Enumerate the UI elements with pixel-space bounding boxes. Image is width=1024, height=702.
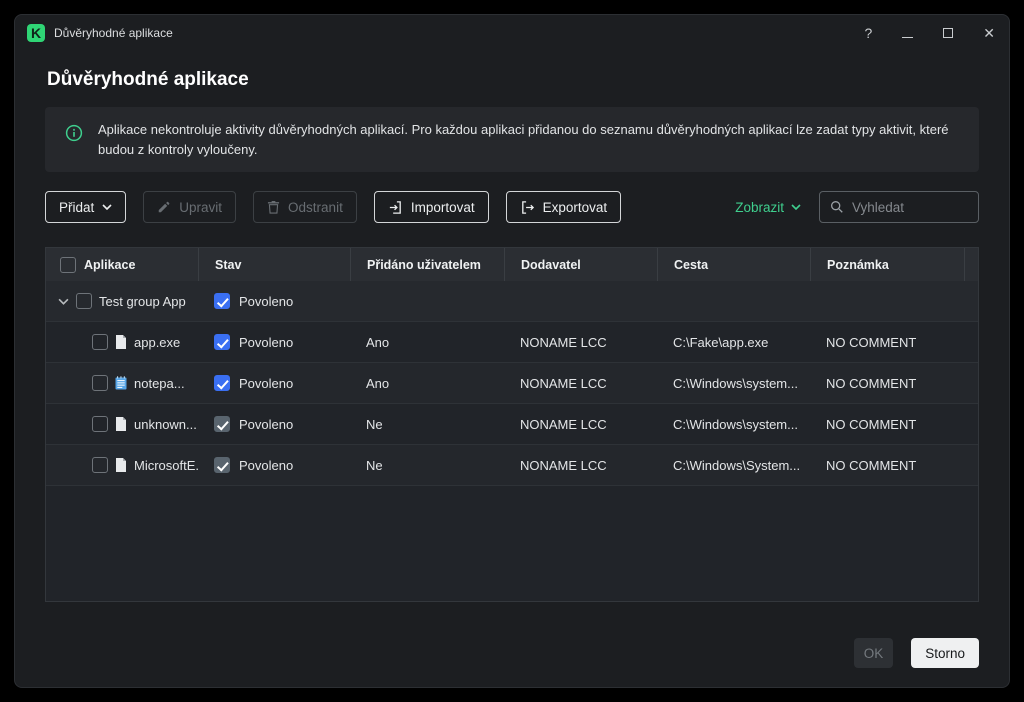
column-header-poznamka: Poznámka (810, 248, 964, 281)
info-icon (65, 124, 83, 142)
table-row[interactable]: MicrosoftE... Povoleno Ne NONAME LCC C:\… (46, 445, 978, 486)
ok-button[interactable]: OK (853, 638, 894, 668)
info-banner-text: Aplikace nekontroluje aktivity důvěryhod… (98, 122, 949, 157)
path-value: C:\Fake\app.exe (673, 334, 769, 350)
column-header-dodavatel: Dodavatel (504, 248, 657, 281)
import-button[interactable]: Importovat (373, 191, 489, 223)
column-header-extra (964, 248, 978, 281)
row-checkbox[interactable] (92, 457, 108, 473)
user-added-value: Ano (366, 334, 390, 350)
vendor-value: NONAME LCC (520, 375, 607, 391)
search-input[interactable] (852, 199, 968, 215)
close-button[interactable]: ✕ (983, 26, 995, 40)
status-label: Povoleno (239, 334, 294, 350)
file-icon (115, 417, 127, 431)
column-header-pridano: Přidáno uživatelem (350, 248, 504, 281)
comment-value: NO COMMENT (826, 375, 917, 391)
user-added-value: Ne (366, 457, 383, 473)
kaspersky-logo-icon: K (27, 24, 45, 42)
export-button-label: Exportovat (542, 199, 608, 215)
user-added-value: Ano (366, 375, 390, 391)
chevron-down-icon (102, 204, 112, 210)
delete-button-label: Odstranit (288, 199, 343, 215)
import-button-label: Importovat (410, 199, 475, 215)
column-header-cesta: Cesta (657, 248, 810, 281)
collapse-chevron-icon[interactable] (58, 298, 69, 305)
comment-value: NO COMMENT (826, 334, 917, 350)
status-checkbox[interactable] (214, 375, 230, 391)
dialog-footer: OK Storno (853, 638, 979, 668)
status-checkbox[interactable] (214, 334, 230, 350)
table-group-row[interactable]: Test group App Povoleno (46, 281, 978, 322)
screen: K Důvěryhodné aplikace ? ✕ Důvěryhodné a… (0, 0, 1024, 702)
application-name: app.exe (134, 334, 181, 350)
column-header-stav: Stav (198, 248, 350, 281)
vendor-value: NONAME LCC (520, 416, 607, 432)
edit-button[interactable]: Upravit (143, 191, 237, 223)
column-header-aplikace: Aplikace (84, 257, 136, 272)
export-icon (520, 200, 535, 215)
table-row[interactable]: app.exe Povoleno Ano NONAME LCC C:\Fake\… (46, 322, 978, 363)
page-title: Důvěryhodné aplikace (47, 69, 249, 90)
row-checkbox[interactable] (92, 375, 108, 391)
file-icon (115, 335, 127, 349)
info-banner: Aplikace nekontroluje aktivity důvěryhod… (45, 107, 979, 172)
maximize-icon (943, 28, 954, 38)
view-dropdown[interactable]: Zobrazit (735, 200, 801, 215)
application-name: notepa... (134, 375, 185, 391)
add-button-label: Přidat (59, 199, 95, 215)
application-name: MicrosoftE... (134, 457, 198, 473)
minimize-icon (902, 37, 914, 38)
chevron-down-icon (791, 204, 801, 210)
path-value: C:\Windows\System... (673, 457, 801, 473)
window-title: Důvěryhodné aplikace (54, 26, 173, 40)
select-all-checkbox[interactable] (60, 256, 76, 273)
window-controls: ? ✕ (864, 26, 995, 40)
status-label: Povoleno (239, 457, 294, 473)
applications-table: Aplikace Stav Přidáno uživatelem Dodavat… (45, 247, 979, 602)
row-checkbox[interactable] (92, 334, 108, 350)
search-icon (830, 200, 844, 214)
status-label: Povoleno (239, 293, 294, 309)
table-row[interactable]: unknown.... Povoleno Ne NONAME LCC C:\Wi… (46, 404, 978, 445)
file-icon (115, 458, 127, 472)
view-dropdown-label: Zobrazit (735, 199, 784, 215)
application-name: unknown.... (134, 416, 198, 432)
export-button[interactable]: Exportovat (505, 191, 622, 223)
pencil-icon (157, 200, 171, 214)
status-label: Povoleno (239, 416, 294, 432)
status-label: Povoleno (239, 375, 294, 391)
import-icon (388, 200, 403, 215)
add-button[interactable]: Přidat (45, 191, 127, 223)
comment-value: NO COMMENT (826, 416, 917, 432)
vendor-value: NONAME LCC (520, 334, 607, 350)
table-row[interactable]: notepa... Povoleno Ano NONAME LCC C:\Win… (46, 363, 978, 404)
edit-button-label: Upravit (179, 199, 223, 215)
vendor-value: NONAME LCC (520, 457, 607, 473)
trusted-applications-window: K Důvěryhodné aplikace ? ✕ Důvěryhodné a… (14, 14, 1010, 688)
group-name: Test group App (99, 293, 186, 309)
table-header: Aplikace Stav Přidáno uživatelem Dodavat… (46, 248, 978, 281)
path-value: C:\Windows\system... (673, 375, 798, 391)
row-checkbox[interactable] (92, 416, 108, 432)
titlebar: K Důvěryhodné aplikace ? ✕ (15, 15, 1009, 51)
row-checkbox[interactable] (76, 293, 92, 309)
user-added-value: Ne (366, 416, 383, 432)
status-checkbox[interactable] (214, 416, 230, 432)
toolbar: Přidat Upravit Odstranit Importovat Expo… (45, 191, 979, 223)
minimize-button[interactable] (902, 26, 914, 40)
notepad-icon (115, 376, 127, 390)
path-value: C:\Windows\system... (673, 416, 798, 432)
search-box (819, 191, 979, 223)
status-checkbox[interactable] (214, 457, 230, 473)
comment-value: NO COMMENT (826, 457, 917, 473)
help-button[interactable]: ? (864, 26, 872, 40)
table-empty-area (46, 486, 978, 601)
maximize-button[interactable] (943, 26, 954, 40)
delete-button[interactable]: Odstranit (253, 191, 357, 223)
trash-icon (267, 200, 280, 214)
cancel-button[interactable]: Storno (911, 638, 979, 668)
status-checkbox[interactable] (214, 293, 230, 309)
